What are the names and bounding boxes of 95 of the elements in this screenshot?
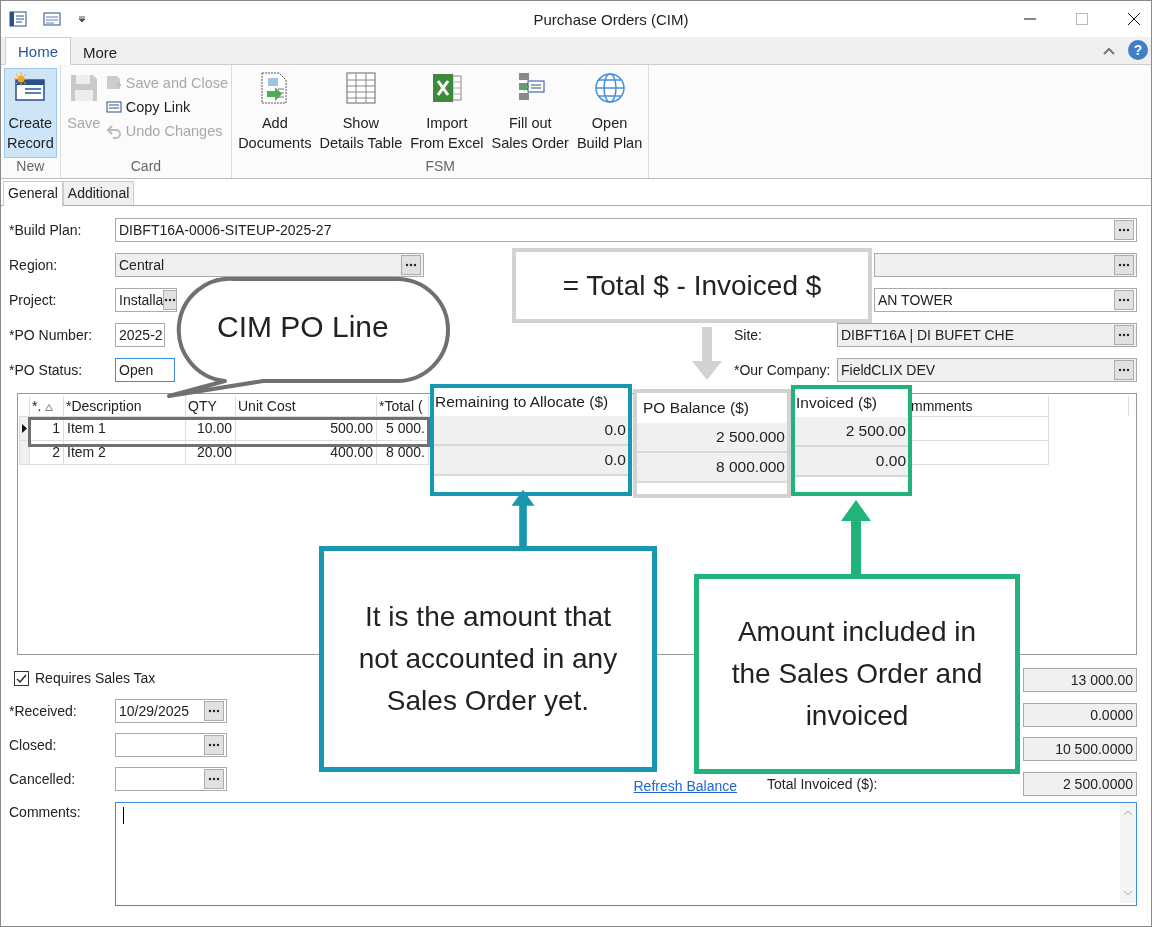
callout-text: CIM PO Line: [217, 310, 389, 344]
ribbon-tab[interactable]: Home: [5, 37, 71, 65]
column-header[interactable]: *.: [29, 396, 64, 416]
field-label: *Received:: [8, 703, 78, 719]
checkbox-label: Requires Sales Tax: [35, 670, 156, 686]
total-field: 10 500.0000: [1023, 737, 1137, 761]
group-label: New: [15, 158, 46, 176]
group-label: Card: [129, 158, 163, 176]
globe-icon: [592, 71, 627, 105]
field-label: *Build Plan:: [8, 222, 83, 238]
table-icon: [343, 71, 378, 105]
column-header: PO Balance ($): [642, 398, 750, 418]
ellipsis-button[interactable]: [163, 290, 178, 310]
field-label: *PO Number:: [8, 327, 94, 343]
table-cell: Item 2: [63, 440, 186, 464]
row-selector[interactable]: [19, 416, 30, 440]
ellipsis-button[interactable]: [1114, 220, 1134, 240]
ellipsis-icon: [1118, 368, 1130, 372]
ellipsis-icon: [1118, 263, 1130, 267]
ribbon-button[interactable]: Copy Link: [105, 99, 229, 115]
table-cell: 500.00: [235, 416, 377, 440]
field-label: Region:: [8, 257, 59, 273]
field-label: Total Invoiced ($):: [767, 775, 879, 792]
ribbon-button[interactable]: Import From Excel: [407, 68, 487, 158]
column-header[interactable]: *Total (: [376, 396, 429, 416]
date-field[interactable]: 10/29/2025: [115, 699, 227, 723]
dropdown-icon: [77, 14, 87, 24]
column-header[interactable]: Unit Cost: [235, 396, 377, 416]
field-label: Comments:: [8, 803, 82, 820]
column-header: Invoiced ($): [795, 393, 878, 413]
date-field[interactable]: [115, 733, 227, 757]
callout-note: It is the amount that not accounted in any Sales Order yet.: [319, 546, 657, 772]
table-cell: 8 000.000: [637, 453, 787, 483]
ellipsis-button[interactable]: [204, 769, 224, 789]
ellipsis-icon: [208, 709, 220, 713]
group-label: FSM: [424, 158, 456, 176]
floppy-icon: [105, 75, 122, 91]
checkbox[interactable]: [14, 670, 29, 686]
field-label: Site:: [733, 327, 763, 343]
field-label: Cancelled:: [8, 771, 77, 787]
field-label: Project:: [8, 292, 58, 308]
total-field: 0.0000: [1023, 702, 1137, 727]
form-tab[interactable]: General: [3, 181, 63, 206]
ellipsis-icon: [1118, 228, 1130, 232]
formula-callout: = Total $ - Invoiced $: [512, 248, 872, 323]
table-cell: 0.0: [434, 416, 628, 446]
close-icon[interactable]: [1127, 12, 1141, 26]
sort-icon: [45, 403, 54, 411]
ellipsis-icon: [208, 743, 220, 747]
ribbon-tab[interactable]: More: [71, 39, 130, 65]
ellipsis-icon: [405, 263, 417, 267]
field-label: Closed:: [8, 737, 58, 753]
table-cell: 0.0: [434, 446, 628, 476]
ellipsis-button[interactable]: [204, 701, 224, 721]
total-field: 13 000.00: [1023, 668, 1137, 692]
ribbon-button[interactable]: Create Record: [4, 68, 57, 158]
field-label: *PO Status:: [8, 362, 84, 378]
comments-field[interactable]: [115, 802, 1137, 906]
field-label: *Our Company:: [733, 362, 832, 378]
ribbon-button[interactable]: Open Build Plan: [573, 68, 646, 158]
ellipsis-button[interactable]: [1114, 290, 1134, 310]
help-button[interactable]: ?: [1128, 40, 1148, 60]
table-cell: 2 500.00: [795, 417, 908, 447]
ribbon-button[interactable]: Add Documents: [235, 68, 315, 158]
ribbon-button[interactable]: Show Details Table: [316, 68, 406, 158]
collapse-icon[interactable]: [1102, 46, 1116, 56]
table-cell: 2 500.000: [637, 423, 787, 453]
table-cell: 5 000.: [376, 416, 429, 440]
total-field: 2 500.0000: [1023, 771, 1137, 796]
ellipsis-button[interactable]: [204, 735, 224, 755]
ellipsis-icon: [1118, 298, 1130, 302]
column-header: Remaining to Allocate ($): [434, 392, 610, 412]
refresh-balance-link[interactable]: Refresh Balance: [633, 778, 737, 794]
table-cell: 400.00: [235, 440, 377, 464]
date-field[interactable]: [115, 767, 227, 791]
input-field[interactable]: Open: [115, 358, 175, 382]
input-field[interactable]: Installa: [115, 288, 177, 312]
pointer-icon: [22, 424, 27, 433]
column-header[interactable]: QTY: [185, 396, 236, 416]
undo-icon: [105, 123, 122, 139]
ellipsis-icon: [1118, 333, 1130, 337]
text-cursor: [123, 807, 124, 824]
ellipsis-icon: [208, 777, 220, 781]
table-cell: Item 1: [63, 416, 186, 440]
input-field[interactable]: 2025-2: [115, 323, 165, 347]
callout-note: Amount included in the Sales Order and invoiced: [694, 574, 1020, 774]
ribbon-button[interactable]: Fill out Sales Order: [488, 68, 572, 158]
table-cell: 0.00: [795, 447, 908, 477]
input-field[interactable]: AN TOWER: [874, 288, 1137, 312]
ellipsis-icon: [164, 298, 177, 302]
window-title: Purchase Orders (CIM): [532, 10, 689, 28]
input-field[interactable]: DIBFT16A-0006-SITEUP-2025-27: [115, 218, 1137, 242]
form-tab[interactable]: Additional: [62, 181, 135, 205]
table-cell: 20.00: [185, 440, 236, 464]
table-cell: 10.00: [185, 416, 236, 440]
